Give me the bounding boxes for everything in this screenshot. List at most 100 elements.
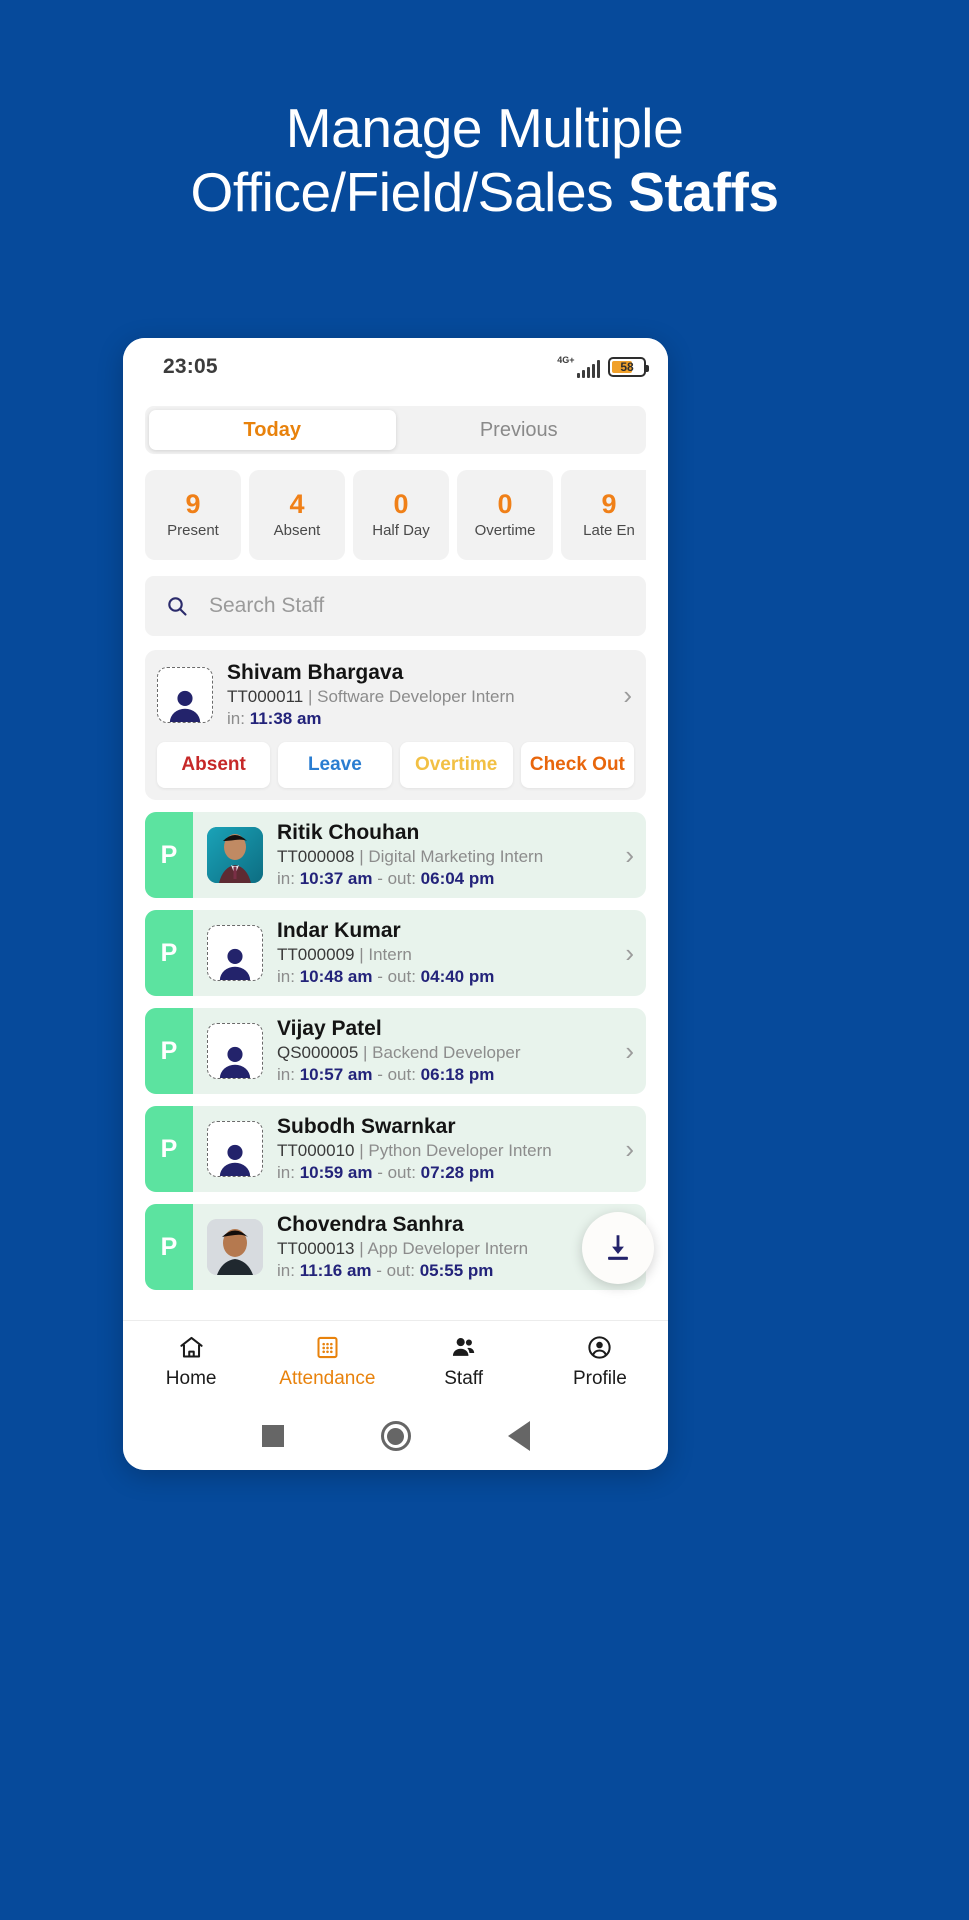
promo-line-2-bold: Staffs (628, 161, 779, 224)
out-label: - out: (372, 869, 421, 889)
meta-separator: | (303, 686, 318, 706)
stat-label: Absent (273, 522, 321, 539)
staff-times: in: 11:38 am (227, 708, 609, 730)
staff-code: TT000013 (277, 1238, 355, 1258)
out-label: - out: (372, 967, 421, 987)
staff-row[interactable]: P Vijay Patel QS000005 | Backend Develop… (145, 1008, 646, 1095)
in-label: in: (277, 1163, 300, 1183)
staff-row-body: Subodh Swarnkar TT000010 | Python Develo… (193, 1106, 646, 1192)
in-label: in: (227, 709, 250, 729)
status-bar: 23:05 4G+ 58 (123, 338, 668, 396)
leave-button[interactable]: Leave (278, 742, 392, 789)
stat-card-present[interactable]: 9 Present (145, 470, 241, 560)
person-placeholder-icon (219, 949, 251, 981)
overtime-button[interactable]: Overtime (399, 742, 513, 789)
stat-card-overtime[interactable]: 0 Overtime (457, 470, 553, 560)
check-out-button[interactable]: Check Out (520, 742, 634, 789)
staff-row-body: Chovendra Sanhra TT000013 | App Develope… (193, 1204, 646, 1290)
account-circle-icon (588, 1335, 612, 1359)
present-badge: P (145, 1106, 193, 1193)
download-fab[interactable] (582, 1212, 654, 1284)
avatar (207, 925, 263, 982)
staff-meta: TT000009 | Intern (277, 944, 412, 964)
nav-item-home[interactable]: Home (123, 1334, 259, 1390)
chevron-right-icon[interactable]: › (625, 1136, 636, 1162)
search-bar[interactable]: Search Staff (145, 576, 646, 636)
in-label: in: (277, 869, 300, 889)
nav-item-profile[interactable]: Profile (532, 1334, 668, 1390)
stat-value: 9 (601, 489, 617, 519)
active-staff-actions: Absent Leave Overtime Check Out (157, 742, 634, 789)
staff-times: in: 10:57 am - out: 06:18 pm (277, 1064, 611, 1086)
tab-today[interactable]: Today (149, 410, 396, 450)
stat-value: 9 (185, 489, 201, 519)
in-label: in: (277, 1261, 300, 1281)
search-input[interactable]: Search Staff (209, 594, 324, 618)
nav-item-attendance[interactable]: Attendance (259, 1334, 395, 1390)
active-staff-card[interactable]: Shivam Bhargava TT000011 | Software Deve… (145, 650, 646, 801)
stat-value: 0 (497, 489, 513, 519)
avatar (207, 1219, 263, 1276)
staff-row[interactable]: P Indar Kumar TT000009 | Intern in: 10:4… (145, 910, 646, 997)
avatar (207, 827, 263, 884)
staff-info: Indar Kumar TT000009 | Intern in: 10:48 … (277, 918, 611, 988)
staff-code: TT000010 (277, 1140, 355, 1160)
staff-row-body: Indar Kumar TT000009 | Intern in: 10:48 … (193, 910, 646, 996)
absent-button[interactable]: Absent (157, 742, 271, 789)
stat-card-absent[interactable]: 4 Absent (249, 470, 345, 560)
staff-code: QS000005 (277, 1042, 359, 1062)
out-time: 06:04 pm (420, 869, 495, 889)
out-time: 05:55 pm (419, 1261, 494, 1281)
out-label: - out: (372, 1065, 421, 1085)
out-time: 06:18 pm (420, 1065, 495, 1085)
staff-info: Ritik Chouhan TT000008 | Digital Marketi… (277, 820, 611, 890)
staff-row[interactable]: P Ritik Chouhan TT000008 | Digital Marke… (145, 812, 646, 899)
staff-name: Chovendra Sanhra (277, 1213, 464, 1237)
tab-previous[interactable]: Previous (396, 410, 643, 450)
home-circle-icon[interactable] (380, 1421, 411, 1451)
segmented-tabs: Today Previous (145, 406, 646, 454)
back-triangle-icon[interactable] (507, 1421, 530, 1451)
recents-square-icon[interactable] (261, 1425, 284, 1447)
nav-label: Attendance (279, 1367, 376, 1389)
promo-line-2: Office/Field/Sales Staffs (0, 160, 969, 224)
stat-label: Overtime (474, 522, 536, 539)
staff-name: Indar Kumar (277, 919, 401, 943)
staff-role: Intern (368, 944, 412, 964)
avatar (207, 1023, 263, 1080)
person-placeholder-icon (219, 1145, 251, 1177)
in-time: 10:59 am (299, 1163, 373, 1183)
staff-info: Vijay Patel QS000005 | Backend Developer… (277, 1016, 611, 1086)
staff-row[interactable]: P Subodh Swarnkar TT000010 | Python Deve… (145, 1106, 646, 1193)
out-time: 04:40 pm (420, 967, 495, 987)
stat-value: 0 (393, 489, 409, 519)
staff-photo (207, 1219, 263, 1276)
chevron-right-icon[interactable]: › (625, 1038, 636, 1064)
active-staff-row[interactable]: Shivam Bhargava TT000011 | Software Deve… (157, 660, 634, 730)
calendar-grid-icon (317, 1336, 338, 1358)
stat-label: Present (167, 522, 219, 539)
chevron-right-icon[interactable]: › (625, 842, 636, 868)
chevron-right-icon[interactable]: › (623, 682, 634, 708)
staff-meta: TT000008 | Digital Marketing Intern (277, 846, 544, 866)
search-icon (168, 597, 187, 616)
staff-name: Subodh Swarnkar (277, 1115, 456, 1139)
home-icon (179, 1336, 203, 1358)
nav-item-staff[interactable]: Staff (396, 1334, 532, 1390)
active-staff-info: Shivam Bhargava TT000011 | Software Deve… (227, 660, 609, 730)
staff-row[interactable]: P Chovendra Sanhra TT000013 | App Develo… (145, 1204, 646, 1291)
stat-card-half-day[interactable]: 0 Half Day (353, 470, 449, 560)
staff-name: Shivam Bhargava (227, 661, 404, 684)
staff-name: Ritik Chouhan (277, 821, 420, 845)
download-icon (608, 1235, 628, 1260)
staff-role: Digital Marketing Intern (368, 846, 544, 866)
stat-card-late-entry[interactable]: 9 Late En (561, 470, 646, 560)
in-time: 10:48 am (299, 967, 373, 987)
chevron-right-icon[interactable]: › (625, 940, 636, 966)
staff-role: Software Developer Intern (317, 686, 515, 706)
stat-value: 4 (289, 489, 305, 519)
staff-meta: TT000011 | Software Developer Intern (227, 686, 609, 708)
out-time: 07:28 pm (420, 1163, 495, 1183)
in-time: 11:38 am (249, 709, 322, 729)
staff-photo (207, 827, 263, 884)
